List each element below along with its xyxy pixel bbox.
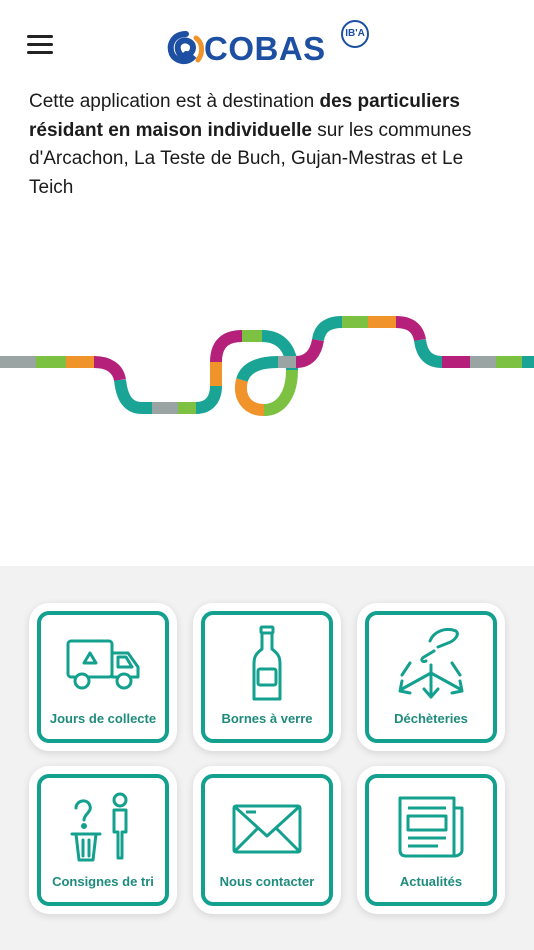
tile-label: Bornes à verre (221, 711, 313, 726)
tile-label: Nous contacter (219, 874, 315, 889)
tile-label: Jours de collecte (49, 711, 157, 726)
app-header: COBAS IB'A (0, 0, 534, 84)
tile-actualites[interactable]: Actualités (357, 766, 505, 914)
tile-consignes-de-tri[interactable]: Consignes de tri (29, 766, 177, 914)
recycling-center-icon (398, 627, 464, 699)
tile-nous-contacter[interactable]: Nous contacter (193, 766, 341, 914)
tile-frame: Nous contacter (201, 774, 333, 906)
envelope-icon (232, 804, 302, 854)
tile-label: Consignes de tri (52, 874, 154, 889)
newspaper-icon (398, 796, 464, 858)
decorative-wave-line (0, 316, 534, 416)
sorting-instructions-icon (70, 792, 128, 862)
cobas-logo: COBAS IB'A (166, 20, 376, 70)
tile-decheteries[interactable]: Déchèteries (357, 603, 505, 751)
collection-truck-icon (66, 639, 140, 690)
logo-badge: IB'A (341, 20, 369, 48)
logo-wordmark: COBAS (204, 30, 326, 67)
tile-label: Déchèteries (394, 711, 468, 726)
glass-bottle-icon (252, 625, 282, 701)
logo-swirl-icon (167, 31, 205, 64)
tile-frame: Actualités (365, 774, 497, 906)
intro-text: Cette application est à destination des … (29, 88, 509, 202)
intro-part1: Cette application est à destination (29, 91, 320, 112)
tile-frame: Jours de collecte (37, 611, 169, 743)
tile-label: Actualités (399, 874, 463, 889)
tile-frame: Consignes de tri (37, 774, 169, 906)
tile-frame: Bornes à verre (201, 611, 333, 743)
tile-bornes-a-verre[interactable]: Bornes à verre (193, 603, 341, 751)
tile-frame: Déchèteries (365, 611, 497, 743)
hamburger-menu-icon[interactable] (27, 35, 53, 55)
tile-jours-de-collecte[interactable]: Jours de collecte (29, 603, 177, 751)
